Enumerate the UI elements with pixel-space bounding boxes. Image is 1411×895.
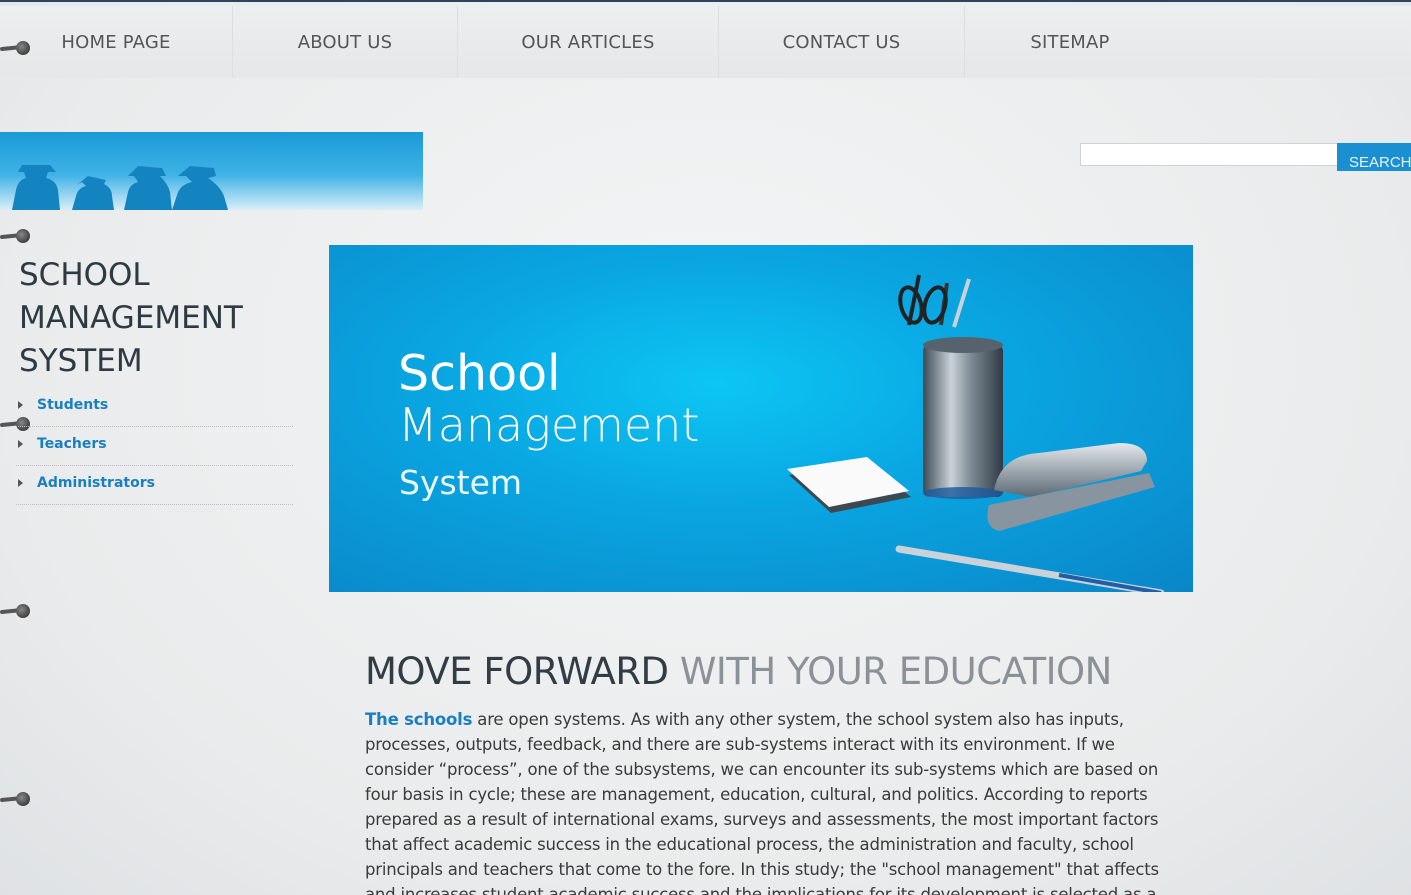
sidebar-menu: Students Teachers Administrators	[16, 388, 293, 505]
sidebar-item-teachers: Teachers	[16, 427, 293, 466]
sidebar-item-administrators: Administrators	[16, 466, 293, 505]
heading-strong: MOVE FORWARD	[365, 650, 669, 693]
sidebar-link-students[interactable]: Students	[37, 397, 108, 413]
caret-right-icon	[18, 479, 23, 487]
sidebar-item-students: Students	[16, 388, 293, 427]
content-body: are open systems. As with any other syst…	[365, 710, 1159, 895]
content-paragraph: The schools are open systems. As with an…	[365, 707, 1160, 895]
spiral-ring-icon	[0, 789, 36, 811]
nav-about-label: ABOUT US	[297, 31, 393, 53]
nav-about[interactable]: ABOUT US	[233, 6, 458, 78]
spiral-ring-icon	[0, 38, 36, 60]
main-nav: HOME PAGE ABOUT US OUR ARTICLES CONTACT …	[0, 6, 1411, 78]
hero-banner: School Management System	[329, 245, 1193, 592]
nav-filler	[1175, 6, 1411, 78]
sidebar-link-administrators[interactable]: Administrators	[37, 475, 155, 491]
nav-sitemap[interactable]: SITEMAP	[965, 6, 1175, 78]
graduates-silhouette-icon	[12, 165, 228, 210]
caret-right-icon	[18, 401, 23, 409]
heading-light: WITH YOUR EDUCATION	[679, 650, 1112, 693]
spiral-ring-icon	[0, 226, 36, 248]
logo-banner	[0, 132, 423, 210]
hero-title-line3: System	[399, 463, 523, 502]
hero-title-line2: Management	[398, 398, 700, 452]
nav-articles-label: OUR ARTICLES	[521, 31, 655, 53]
top-border	[0, 0, 1411, 2]
nav-articles[interactable]: OUR ARTICLES	[458, 6, 719, 78]
hero-title-line1: School	[398, 345, 561, 402]
search-input[interactable]	[1080, 143, 1338, 166]
nav-contact-label: CONTACT US	[782, 31, 901, 53]
sidebar-link-teachers[interactable]: Teachers	[37, 436, 107, 452]
nav-sitemap-label: SITEMAP	[1030, 31, 1110, 53]
schools-link[interactable]: The schools	[365, 710, 472, 729]
content-heading: MOVE FORWARD WITH YOUR EDUCATION	[365, 650, 1112, 693]
nav-home-label: HOME PAGE	[61, 31, 171, 53]
caret-right-icon	[18, 440, 23, 448]
search-button[interactable]: SEARCH	[1337, 143, 1411, 171]
stationery-illustration-icon	[787, 274, 1165, 592]
spiral-ring-icon	[0, 601, 36, 623]
sidebar-title: SCHOOL MANAGEMENT SYSTEM	[19, 257, 243, 379]
nav-contact[interactable]: CONTACT US	[719, 6, 965, 78]
